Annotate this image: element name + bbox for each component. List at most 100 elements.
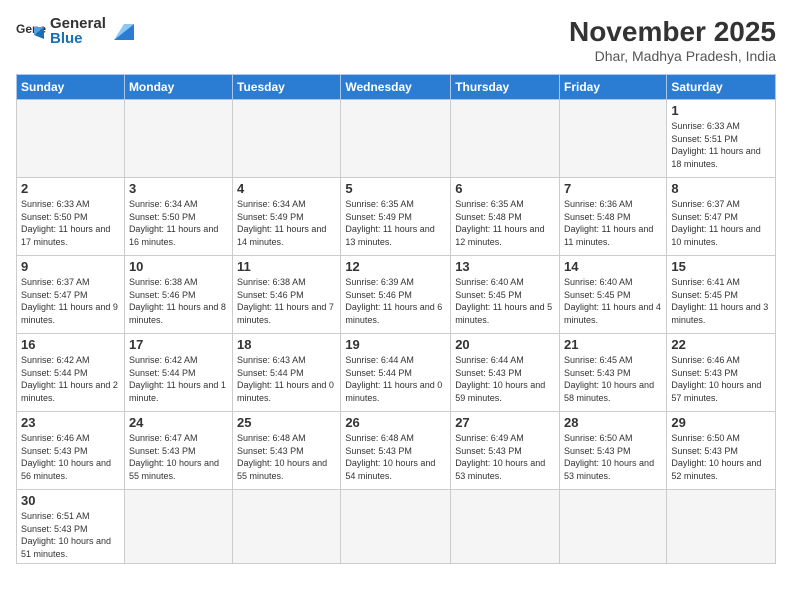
day-info: Sunrise: 6:48 AM Sunset: 5:43 PM Dayligh…	[345, 432, 446, 482]
calendar-cell	[341, 490, 451, 564]
day-number: 29	[671, 415, 771, 430]
day-info: Sunrise: 6:40 AM Sunset: 5:45 PM Dayligh…	[455, 276, 555, 326]
col-sunday: Sunday	[17, 75, 125, 100]
col-tuesday: Tuesday	[233, 75, 341, 100]
calendar-cell: 10 Sunrise: 6:38 AM Sunset: 5:46 PM Dayli…	[124, 256, 232, 334]
calendar-cell: 26Sunrise: 6:48 AM Sunset: 5:43 PM Dayli…	[341, 412, 451, 490]
day-info: Sunrise: 6:43 AM Sunset: 5:44 PM Dayligh…	[237, 354, 336, 404]
calendar-cell: 28 Sunrise: 6:50 AM Sunset: 5:43 PM Dayli…	[560, 412, 667, 490]
day-number: 25	[237, 415, 336, 430]
calendar-cell: 21Sunrise: 6:45 AM Sunset: 5:43 PM Dayli…	[560, 334, 667, 412]
day-info: Sunrise: 6:50 AM Sunset: 5:43 PM Dayligh…	[564, 432, 662, 482]
calendar-cell: 3Sunrise: 6:34 AM Sunset: 5:50 PM Daylig…	[124, 178, 232, 256]
calendar-cell: 25 Sunrise: 6:48 AM Sunset: 5:43 PM Dayli…	[233, 412, 341, 490]
day-number: 13	[455, 259, 555, 274]
logo-general: General	[50, 16, 106, 31]
day-number: 4	[237, 181, 336, 196]
page: General General Blue November 2025 Dhar,…	[0, 0, 792, 612]
day-info: Sunrise: 6:47 AM Sunset: 5:43 PM Dayligh…	[129, 432, 228, 482]
calendar-cell	[451, 100, 560, 178]
calendar-cell: 9Sunrise: 6:37 AM Sunset: 5:47 PM Daylig…	[17, 256, 125, 334]
col-wednesday: Wednesday	[341, 75, 451, 100]
logo-blue: Blue	[50, 31, 106, 46]
calendar-cell	[341, 100, 451, 178]
calendar-cell: 18 Sunrise: 6:43 AM Sunset: 5:44 PM Dayli…	[233, 334, 341, 412]
calendar-cell: 27 Sunrise: 6:49 AM Sunset: 5:43 PM Dayli…	[451, 412, 560, 490]
day-number: 3	[129, 181, 228, 196]
day-number: 5	[345, 181, 446, 196]
title-section: November 2025 Dhar, Madhya Pradesh, Indi…	[569, 16, 776, 64]
day-info: Sunrise: 6:50 AM Sunset: 5:43 PM Dayligh…	[671, 432, 771, 482]
calendar-cell: 30Sunrise: 6:51 AM Sunset: 5:43 PM Dayli…	[17, 490, 125, 564]
day-info: Sunrise: 6:33 AM Sunset: 5:50 PM Dayligh…	[21, 198, 120, 248]
calendar-cell	[233, 490, 341, 564]
calendar-cell	[560, 490, 667, 564]
calendar-cell: 12Sunrise: 6:39 AM Sunset: 5:46 PM Dayli…	[341, 256, 451, 334]
day-info: Sunrise: 6:37 AM Sunset: 5:47 PM Dayligh…	[671, 198, 771, 248]
calendar-cell: 5 Sunrise: 6:35 AM Sunset: 5:49 PM Daylig…	[341, 178, 451, 256]
day-info: Sunrise: 6:44 AM Sunset: 5:44 PM Dayligh…	[345, 354, 446, 404]
calendar-cell: 2 Sunrise: 6:33 AM Sunset: 5:50 PM Daylig…	[17, 178, 125, 256]
day-number: 18	[237, 337, 336, 352]
calendar-cell: 24 Sunrise: 6:47 AM Sunset: 5:43 PM Dayli…	[124, 412, 232, 490]
month-year: November 2025	[569, 16, 776, 48]
day-info: Sunrise: 6:49 AM Sunset: 5:43 PM Dayligh…	[455, 432, 555, 482]
day-number: 23	[21, 415, 120, 430]
day-info: Sunrise: 6:35 AM Sunset: 5:48 PM Dayligh…	[455, 198, 555, 248]
day-info: Sunrise: 6:33 AM Sunset: 5:51 PM Dayligh…	[671, 120, 771, 170]
calendar-cell: 22 Sunrise: 6:46 AM Sunset: 5:43 PM Dayli…	[667, 334, 776, 412]
day-info: Sunrise: 6:38 AM Sunset: 5:46 PM Dayligh…	[237, 276, 336, 326]
calendar-cell	[560, 100, 667, 178]
day-number: 20	[455, 337, 555, 352]
calendar-cell	[124, 100, 232, 178]
day-info: Sunrise: 6:35 AM Sunset: 5:49 PM Dayligh…	[345, 198, 446, 248]
calendar-cell: 8Sunrise: 6:37 AM Sunset: 5:47 PM Daylig…	[667, 178, 776, 256]
calendar-cell	[17, 100, 125, 178]
day-info: Sunrise: 6:42 AM Sunset: 5:44 PM Dayligh…	[129, 354, 228, 404]
logo-icon: General	[16, 19, 46, 43]
calendar-cell: 11Sunrise: 6:38 AM Sunset: 5:46 PM Dayli…	[233, 256, 341, 334]
day-number: 10	[129, 259, 228, 274]
logo: General General Blue	[16, 16, 138, 46]
day-info: Sunrise: 6:46 AM Sunset: 5:43 PM Dayligh…	[671, 354, 771, 404]
day-number: 28	[564, 415, 662, 430]
col-thursday: Thursday	[451, 75, 560, 100]
day-number: 24	[129, 415, 228, 430]
day-number: 21	[564, 337, 662, 352]
day-number: 15	[671, 259, 771, 274]
calendar-header-row: Sunday Monday Tuesday Wednesday Thursday…	[17, 75, 776, 100]
day-number: 19	[345, 337, 446, 352]
calendar-cell: 14Sunrise: 6:40 AM Sunset: 5:45 PM Dayli…	[560, 256, 667, 334]
calendar-table: Sunday Monday Tuesday Wednesday Thursday…	[16, 74, 776, 564]
calendar-cell: 17 Sunrise: 6:42 AM Sunset: 5:44 PM Dayli…	[124, 334, 232, 412]
calendar-cell: 19 Sunrise: 6:44 AM Sunset: 5:44 PM Dayli…	[341, 334, 451, 412]
day-info: Sunrise: 6:44 AM Sunset: 5:43 PM Dayligh…	[455, 354, 555, 404]
calendar-cell	[451, 490, 560, 564]
calendar-cell	[233, 100, 341, 178]
day-number: 14	[564, 259, 662, 274]
day-info: Sunrise: 6:34 AM Sunset: 5:49 PM Dayligh…	[237, 198, 336, 248]
day-number: 1	[671, 103, 771, 118]
calendar-cell: 13 Sunrise: 6:40 AM Sunset: 5:45 PM Dayli…	[451, 256, 560, 334]
header: General General Blue November 2025 Dhar,…	[16, 16, 776, 64]
col-friday: Friday	[560, 75, 667, 100]
day-number: 17	[129, 337, 228, 352]
calendar-cell: 1 Sunrise: 6:33 AM Sunset: 5:51 PM Daylig…	[667, 100, 776, 178]
day-number: 12	[345, 259, 446, 274]
calendar-cell: 7 Sunrise: 6:36 AM Sunset: 5:48 PM Daylig…	[560, 178, 667, 256]
day-number: 27	[455, 415, 555, 430]
calendar-cell: 20 Sunrise: 6:44 AM Sunset: 5:43 PM Dayli…	[451, 334, 560, 412]
calendar-cell	[667, 490, 776, 564]
day-info: Sunrise: 6:48 AM Sunset: 5:43 PM Dayligh…	[237, 432, 336, 482]
day-number: 7	[564, 181, 662, 196]
calendar-cell: 23Sunrise: 6:46 AM Sunset: 5:43 PM Dayli…	[17, 412, 125, 490]
day-info: Sunrise: 6:36 AM Sunset: 5:48 PM Dayligh…	[564, 198, 662, 248]
logo-triangle-icon	[110, 20, 138, 42]
day-number: 2	[21, 181, 120, 196]
calendar-cell: 6Sunrise: 6:35 AM Sunset: 5:48 PM Daylig…	[451, 178, 560, 256]
calendar-cell: 4 Sunrise: 6:34 AM Sunset: 5:49 PM Daylig…	[233, 178, 341, 256]
day-number: 22	[671, 337, 771, 352]
location: Dhar, Madhya Pradesh, India	[569, 48, 776, 64]
day-info: Sunrise: 6:41 AM Sunset: 5:45 PM Dayligh…	[671, 276, 771, 326]
day-info: Sunrise: 6:38 AM Sunset: 5:46 PM Dayligh…	[129, 276, 228, 326]
